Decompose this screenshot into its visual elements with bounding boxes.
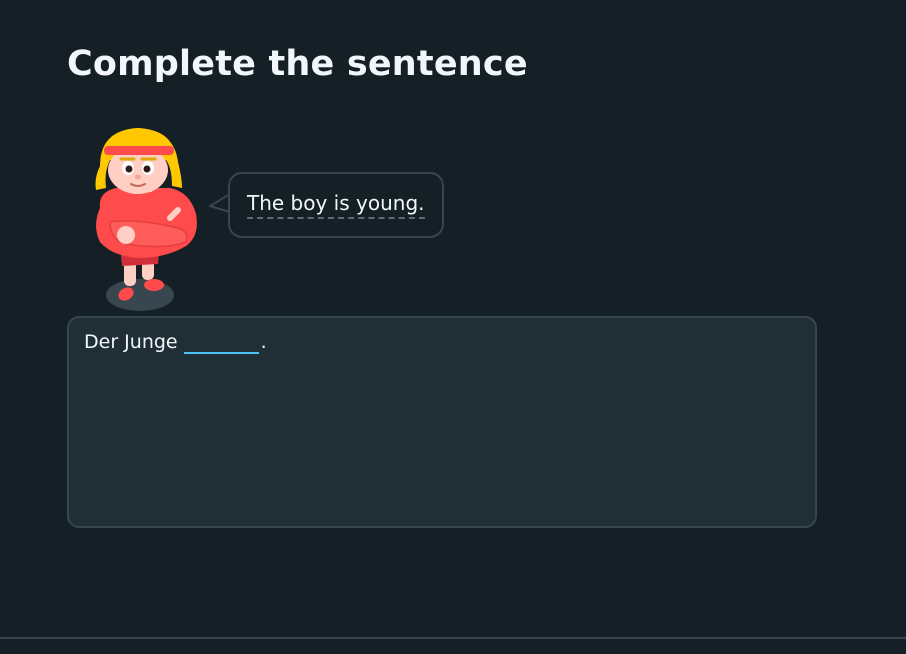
- answer-area: Der Junge .: [67, 316, 817, 528]
- exercise-page: Complete the sentence The boy is young. …: [0, 0, 906, 654]
- boy-character-icon: [95, 128, 197, 311]
- footer-divider: [0, 637, 906, 639]
- sentence-prefix: Der Junge: [84, 331, 178, 353]
- prompt-sentence[interactable]: The boy is young.: [247, 192, 425, 219]
- blank-input[interactable]: [183, 330, 259, 354]
- page-title: Complete the sentence: [67, 44, 528, 84]
- sentence-to-complete: Der Junge .: [84, 330, 800, 354]
- character-illustration: [86, 122, 206, 317]
- speech-bubble-tail-icon: [209, 193, 230, 213]
- speech-bubble: The boy is young.: [228, 172, 444, 238]
- sentence-suffix: .: [260, 331, 267, 353]
